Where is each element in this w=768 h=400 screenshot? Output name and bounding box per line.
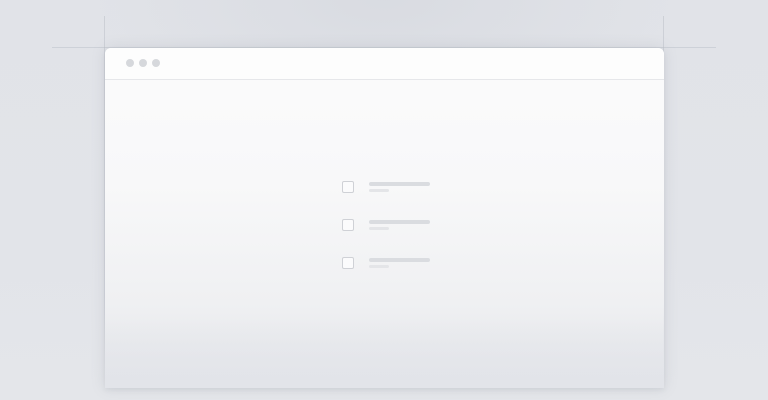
minimize-dot-icon[interactable] bbox=[139, 59, 147, 67]
checklist-skeleton bbox=[105, 80, 664, 388]
checkbox[interactable] bbox=[342, 181, 354, 193]
placeholder-subtitle-line bbox=[369, 265, 389, 268]
close-dot-icon[interactable] bbox=[126, 59, 134, 67]
checkbox[interactable] bbox=[342, 257, 354, 269]
checkbox[interactable] bbox=[342, 219, 354, 231]
checklist-item bbox=[342, 181, 442, 195]
checklist-item bbox=[342, 219, 442, 233]
placeholder-title-line bbox=[369, 220, 430, 224]
placeholder-title-line bbox=[369, 182, 430, 186]
checklist-item bbox=[342, 257, 442, 271]
window-titlebar bbox=[105, 48, 664, 80]
placeholder-subtitle-line bbox=[369, 227, 389, 230]
app-window bbox=[105, 48, 664, 388]
placeholder-subtitle-line bbox=[369, 189, 389, 192]
maximize-dot-icon[interactable] bbox=[152, 59, 160, 67]
placeholder-title-line bbox=[369, 258, 430, 262]
